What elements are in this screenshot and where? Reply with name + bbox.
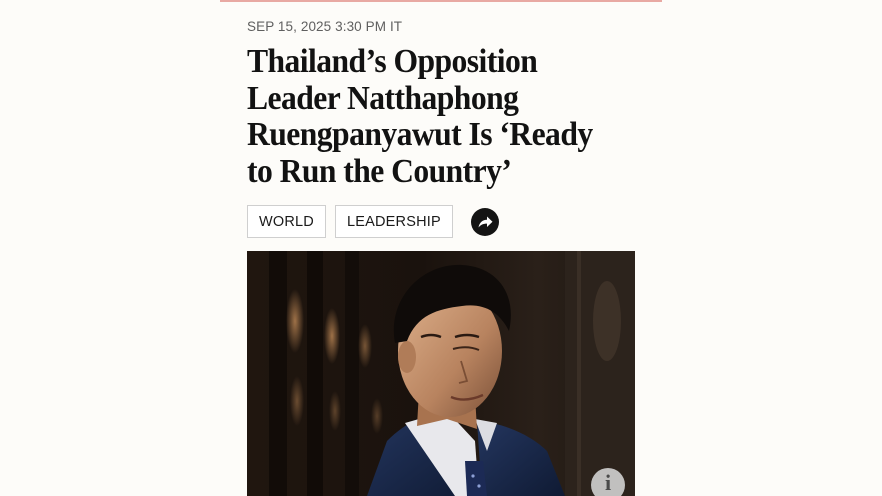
tag-row: WORLD LEADERSHIP <box>247 205 499 238</box>
tag-leadership[interactable]: LEADERSHIP <box>334 205 453 238</box>
tag-world[interactable]: WORLD <box>247 205 326 238</box>
share-arrow-icon <box>478 216 493 227</box>
hero-photo: i <box>247 251 635 496</box>
portrait-image <box>247 251 635 496</box>
dateline: SEP 15, 2025 3:30 PM IT <box>247 19 403 34</box>
share-button[interactable] <box>470 207 499 236</box>
top-accent-rule <box>220 0 662 2</box>
headline: Thailand’s Opposition Leader Natthaphong… <box>247 43 593 190</box>
info-icon: i <box>604 470 612 495</box>
photo-info-button[interactable]: i <box>591 468 625 496</box>
